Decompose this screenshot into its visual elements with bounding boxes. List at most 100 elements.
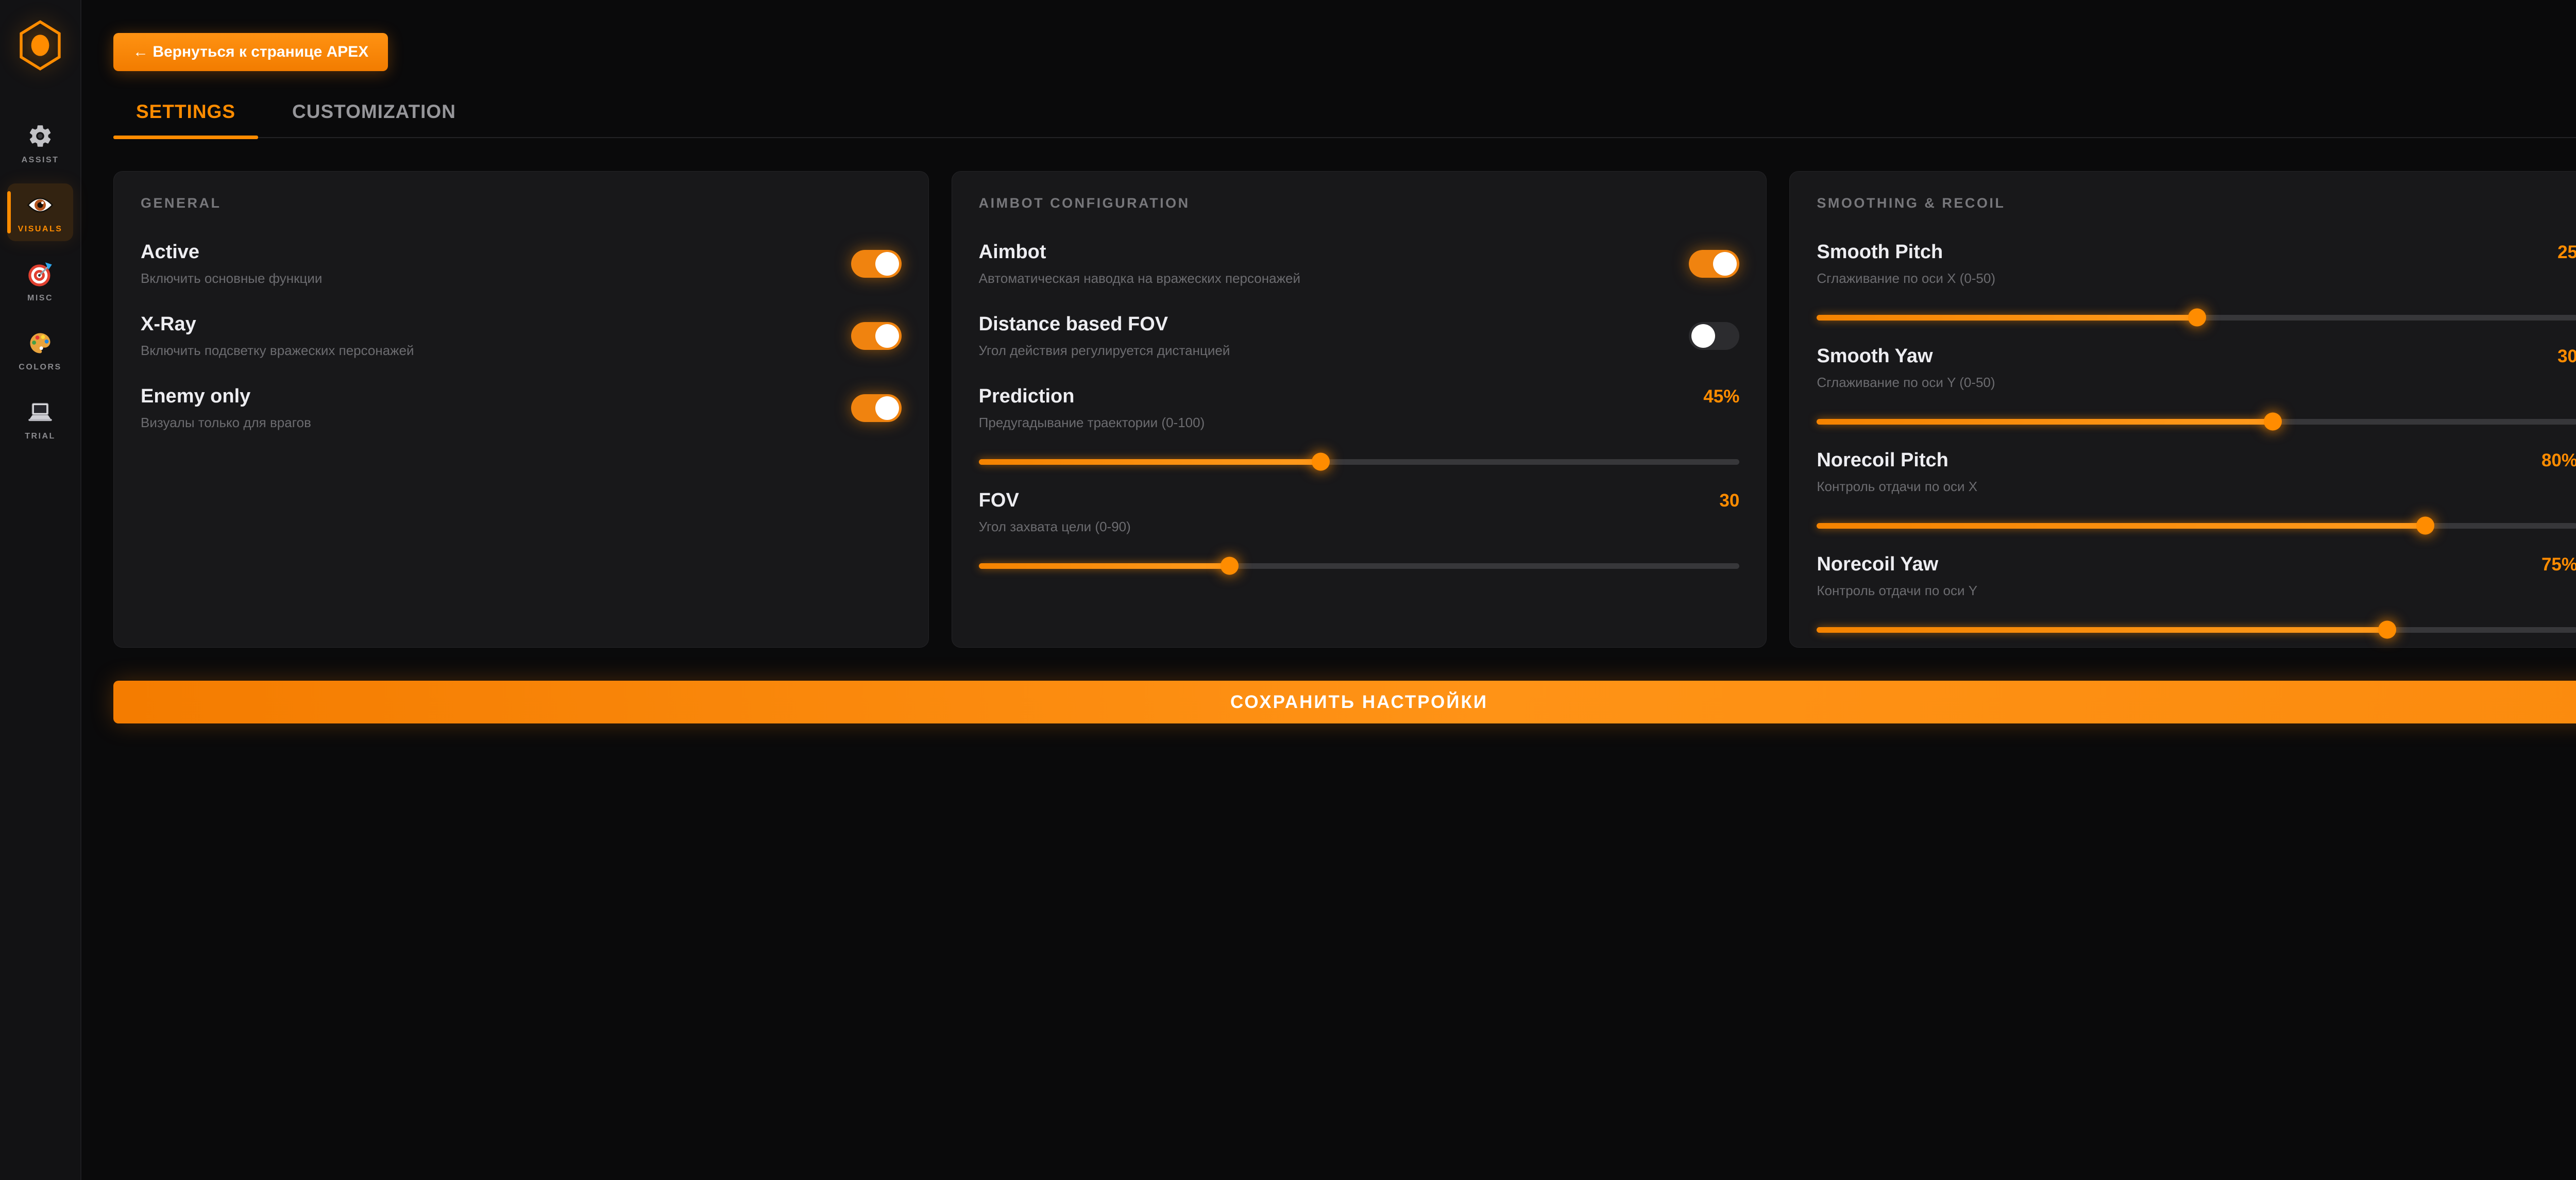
gear-icon	[27, 123, 54, 149]
sidebar-item-label: TRIAL	[25, 432, 56, 441]
setting-row-fov: FOV 30 Угол захвата цели (0-90)	[979, 490, 1740, 575]
panel-smoothing-recoil: SMOOTHING & RECOIL Smooth Pitch 25 Сглаж…	[1789, 171, 2576, 648]
setting-row-smooth-pitch: Smooth Pitch 25 Сглаживание по оси X (0-…	[1817, 241, 2576, 327]
prediction-slider[interactable]	[979, 452, 1740, 471]
settings-panels: GENERAL Active Включить основные функции…	[113, 171, 2576, 648]
setting-title: FOV	[979, 490, 1019, 512]
aimbot-toggle[interactable]	[1689, 250, 1739, 278]
eye-icon	[27, 192, 54, 218]
setting-subtitle: Контроль отдачи по оси Y	[1817, 583, 2576, 599]
setting-title: X-Ray	[141, 313, 414, 335]
sidebar-nav: ASSIST VISUALS MISC	[7, 114, 73, 448]
sidebar-item-colors[interactable]: COLORS	[7, 322, 73, 379]
sidebar-item-label: VISUALS	[18, 225, 63, 234]
panel-title: AIMBOT CONFIGURATION	[979, 195, 1740, 211]
panel-title: SMOOTHING & RECOIL	[1817, 195, 2576, 211]
slider-thumb[interactable]	[1221, 557, 1239, 575]
distance-based-fov-toggle[interactable]	[1689, 322, 1739, 350]
xray-toggle[interactable]	[851, 322, 902, 350]
setting-row-prediction: Prediction 45% Предугадывание траектории…	[979, 385, 1740, 471]
setting-value: 30	[2557, 346, 2576, 367]
smooth-pitch-slider[interactable]	[1817, 308, 2576, 327]
setting-row-norecoil-pitch: Norecoil Pitch 80% Контроль отдачи по ос…	[1817, 449, 2576, 535]
setting-title: Distance based FOV	[979, 313, 1230, 335]
slider-fill	[1817, 523, 2425, 529]
slider-thumb[interactable]	[2416, 517, 2434, 535]
setting-row-smooth-yaw: Smooth Yaw 30 Сглаживание по оси Y (0-50…	[1817, 345, 2576, 431]
setting-title: Smooth Yaw	[1817, 345, 1933, 367]
sidebar: ASSIST VISUALS MISC	[0, 0, 81, 1180]
slider-track	[979, 563, 1740, 569]
slider-track	[1817, 419, 2576, 425]
norecoil-yaw-slider[interactable]	[1817, 620, 2576, 639]
setting-subtitle: Угол захвата цели (0-90)	[979, 519, 1740, 535]
slider-thumb[interactable]	[2264, 413, 2282, 431]
slider-thumb[interactable]	[2378, 621, 2396, 639]
sidebar-item-trial[interactable]: TRIAL	[7, 391, 73, 448]
setting-subtitle: Контроль отдачи по оси X	[1817, 479, 2576, 495]
toggle-knob	[1713, 252, 1737, 276]
slider-thumb[interactable]	[1312, 453, 1330, 471]
slider-thumb[interactable]	[2188, 309, 2206, 327]
sidebar-item-assist[interactable]: ASSIST	[7, 114, 73, 172]
setting-subtitle: Сглаживание по оси X (0-50)	[1817, 271, 2576, 286]
setting-row-xray: X-Ray Включить подсветку вражеских персо…	[141, 313, 902, 359]
toggle-knob	[875, 252, 899, 276]
setting-subtitle: Угол действия регулируется дистанцией	[979, 343, 1230, 359]
setting-row-distance-based-fov: Distance based FOV Угол действия регулир…	[979, 313, 1740, 359]
slider-fill	[979, 459, 1321, 465]
setting-title: Smooth Pitch	[1817, 241, 1943, 263]
panel-general: GENERAL Active Включить основные функции…	[113, 171, 929, 648]
sidebar-item-label: ASSIST	[22, 156, 59, 165]
panel-title: GENERAL	[141, 195, 902, 211]
fov-slider[interactable]	[979, 557, 1740, 575]
setting-title: Aimbot	[979, 241, 1300, 263]
setting-subtitle: Автоматическая наводка на вражеских перс…	[979, 271, 1300, 286]
setting-title: Norecoil Yaw	[1817, 553, 1938, 576]
setting-row-norecoil-yaw: Norecoil Yaw 75% Контроль отдачи по оси …	[1817, 553, 2576, 639]
sidebar-item-misc[interactable]: MISC	[7, 252, 73, 310]
setting-subtitle: Визуалы только для врагов	[141, 415, 311, 431]
panel-aimbot-configuration: AIMBOT CONFIGURATION Aimbot Автоматическ…	[952, 171, 1767, 648]
main-content: ← Вернуться к странице APEX SETTINGS CUS…	[82, 0, 2576, 1180]
sidebar-item-visuals[interactable]: VISUALS	[7, 183, 73, 241]
save-settings-button[interactable]: СОХРАНИТЬ НАСТРОЙКИ	[113, 681, 2576, 723]
back-to-apex-button[interactable]: ← Вернуться к странице APEX	[113, 33, 388, 71]
setting-title: Enemy only	[141, 385, 311, 408]
setting-row-active: Active Включить основные функции	[141, 241, 902, 286]
setting-value: 25	[2557, 242, 2576, 263]
laptop-icon	[27, 399, 54, 426]
setting-row-enemy-only: Enemy only Визуалы только для врагов	[141, 385, 902, 431]
slider-fill	[1817, 419, 2273, 425]
setting-value: 30	[1719, 491, 1739, 511]
tab-bar: SETTINGS CUSTOMIZATION	[113, 101, 2576, 138]
setting-value: 75%	[2541, 554, 2576, 575]
active-toggle[interactable]	[851, 250, 902, 278]
toggle-knob	[875, 396, 899, 420]
sidebar-item-label: COLORS	[19, 363, 61, 372]
enemy-only-toggle[interactable]	[851, 394, 902, 422]
tab-settings[interactable]: SETTINGS	[113, 101, 258, 137]
setting-title: Prediction	[979, 385, 1075, 408]
norecoil-pitch-slider[interactable]	[1817, 516, 2576, 535]
setting-subtitle: Предугадывание траектории (0-100)	[979, 415, 1740, 431]
slider-fill	[979, 563, 1230, 569]
setting-row-aimbot: Aimbot Автоматическая наводка на вражеск…	[979, 241, 1740, 286]
app-logo-hexagon-icon	[16, 20, 64, 71]
target-icon	[27, 261, 54, 288]
slider-track	[979, 459, 1740, 465]
setting-subtitle: Включить основные функции	[141, 271, 322, 286]
tab-customization[interactable]: CUSTOMIZATION	[269, 101, 479, 137]
toggle-knob	[875, 324, 899, 348]
setting-subtitle: Сглаживание по оси Y (0-50)	[1817, 375, 2576, 391]
setting-title: Norecoil Pitch	[1817, 449, 1948, 471]
setting-value: 80%	[2541, 450, 2576, 471]
slider-fill	[1817, 627, 2387, 633]
slider-track	[1817, 315, 2576, 321]
smooth-yaw-slider[interactable]	[1817, 412, 2576, 431]
sidebar-item-label: MISC	[27, 294, 53, 303]
slider-fill	[1817, 315, 2197, 321]
setting-subtitle: Включить подсветку вражеских персонажей	[141, 343, 414, 359]
toggle-knob	[1691, 324, 1715, 348]
slider-track	[1817, 523, 2576, 529]
